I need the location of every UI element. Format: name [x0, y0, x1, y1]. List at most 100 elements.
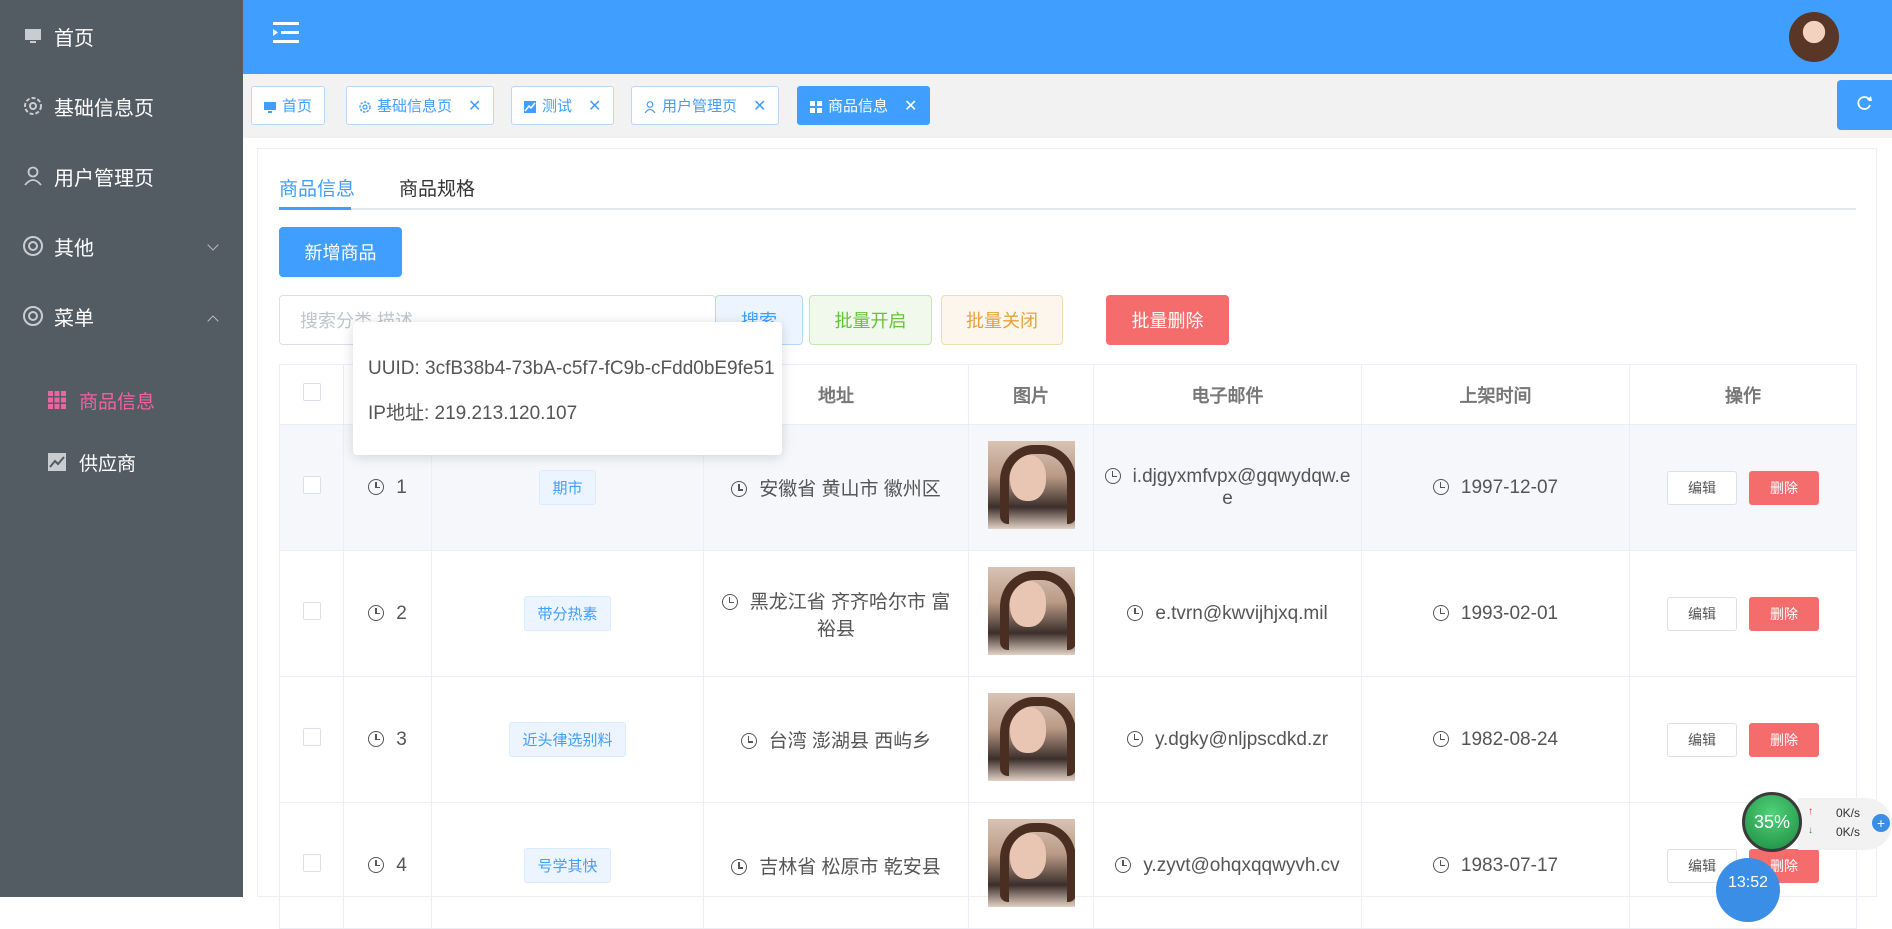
menu-toggle-icon[interactable]	[273, 22, 299, 44]
refresh-icon	[1857, 95, 1873, 116]
close-icon[interactable]: ✕	[588, 96, 601, 116]
category-tag: 带分热素	[524, 596, 611, 631]
top-bar	[243, 0, 1892, 74]
batch-open-button[interactable]: 批量开启	[809, 295, 932, 345]
tab-label: 测试	[542, 98, 573, 115]
clock-icon	[1432, 478, 1449, 495]
tab-label: 首页	[282, 98, 313, 115]
delete-button[interactable]: 删除	[1749, 470, 1819, 505]
product-image	[987, 440, 1075, 529]
tab-product-spec[interactable]: 商品规格	[399, 174, 475, 201]
clock-widget[interactable]: 13:52	[1716, 858, 1780, 922]
product-image	[987, 566, 1075, 655]
row-id: 2	[396, 602, 407, 624]
edit-button[interactable]: 编辑	[1667, 722, 1737, 757]
tab-basic-info[interactable]: 基础信息页 ✕	[346, 86, 495, 125]
tab-product-info[interactable]: 商品信息 ✕	[797, 86, 931, 125]
sidebar-item-label: 基础信息页	[54, 97, 154, 120]
row-id: 1	[396, 476, 407, 498]
user-icon	[644, 100, 656, 113]
chart-icon	[48, 453, 66, 471]
clock-icon	[1432, 604, 1449, 621]
clock-icon	[1104, 467, 1121, 484]
row-date: 1993-02-01	[1460, 602, 1559, 624]
row-checkbox[interactable]	[302, 853, 321, 872]
clock-icon	[721, 593, 738, 610]
avatar[interactable]	[1789, 12, 1839, 62]
memory-usage-ball[interactable]: 35%	[1742, 792, 1802, 852]
sidebar-subitem-supplier[interactable]: 供应商	[0, 432, 243, 492]
edit-button[interactable]: 编辑	[1667, 596, 1737, 631]
clock-icon	[368, 856, 385, 873]
upload-speed: 0K/s	[1836, 806, 1861, 820]
gear-icon	[22, 95, 44, 117]
tab-users[interactable]: 用户管理页 ✕	[631, 86, 780, 125]
download-speed: 0K/s	[1836, 825, 1861, 839]
add-product-button[interactable]: 新增商品	[279, 227, 402, 277]
table-row: 2 带分热素 黑龙江省 齐齐哈尔市 富裕县 e.tvrn@kwvijhjxq.m…	[279, 550, 1857, 677]
sidebar: 首页 基础信息页 用户管理页 其他 菜单 商品信息 供应商	[0, 0, 243, 897]
sidebar-item-label: 首页	[54, 27, 94, 50]
monitor-icon	[22, 25, 44, 47]
sidebar-item-home[interactable]: 首页	[0, 1, 243, 71]
select-all-cell	[279, 364, 344, 425]
sidebar-item-label: 用户管理页	[54, 167, 154, 190]
clock-icon	[1127, 604, 1144, 621]
header-actions: 操作	[1629, 364, 1857, 425]
upload-arrow-icon: ↑	[1808, 806, 1813, 817]
chevron-up-icon	[207, 315, 219, 327]
close-icon[interactable]: ✕	[468, 96, 481, 116]
clock-icon	[1432, 730, 1449, 747]
header-date: 上架时间	[1361, 364, 1630, 425]
edit-button[interactable]: 编辑	[1667, 470, 1737, 505]
network-speed-panel: ↑ 0K/s ↓ 0K/s +	[1798, 798, 1892, 850]
clock-icon	[368, 478, 385, 495]
tab-test[interactable]: 测试 ✕	[511, 86, 615, 125]
category-tag: 近头律选别料	[509, 722, 626, 757]
table-row: 4 号学其快 吉林省 松原市 乾安县 y.zyvt@ohqxqqwyvh.cv …	[279, 802, 1857, 929]
refresh-button[interactable]	[1837, 80, 1892, 130]
sidebar-item-users[interactable]: 用户管理页	[0, 141, 243, 211]
header-image: 图片	[968, 364, 1094, 425]
tab-home[interactable]: 首页	[251, 86, 326, 125]
delete-button[interactable]: 删除	[1749, 596, 1819, 631]
product-image	[987, 818, 1075, 907]
delete-button[interactable]: 删除	[1749, 722, 1819, 757]
grid-icon	[48, 391, 66, 409]
header-email: 电子邮件	[1093, 364, 1362, 425]
row-email: e.tvrn@kwvijhjxq.mil	[1155, 602, 1328, 624]
table-row: 3 近头律选别料 台湾 澎湖县 西屿乡 y.dgky@nljpscdkd.zr …	[279, 676, 1857, 803]
clock-icon	[731, 481, 748, 497]
sidebar-item-label: 其他	[54, 237, 94, 260]
row-address: 安徽省 黄山市 徽州区	[759, 479, 941, 500]
close-icon[interactable]: ✕	[904, 96, 917, 116]
tab-label: 商品信息	[828, 98, 889, 115]
row-date: 1997-12-07	[1460, 476, 1559, 498]
tooltip-ip: IP地址: 219.213.120.107	[368, 403, 578, 424]
sidebar-item-basic-info[interactable]: 基础信息页	[0, 71, 243, 141]
batch-close-button[interactable]: 批量关闭	[941, 295, 1063, 345]
tab-product-info-content[interactable]: 商品信息	[279, 174, 355, 201]
row-address: 黑龙江省 齐齐哈尔市 富裕县	[749, 591, 951, 640]
tab-label: 基础信息页	[377, 98, 453, 115]
select-all-checkbox[interactable]	[302, 383, 321, 401]
sidebar-item-label: 菜单	[54, 307, 94, 330]
content-tabs	[279, 160, 1856, 210]
network-monitor-widget[interactable]: ↑ 0K/s ↓ 0K/s + 35%	[1742, 792, 1892, 856]
row-checkbox[interactable]	[302, 727, 321, 746]
row-checkbox[interactable]	[302, 475, 321, 494]
close-icon[interactable]: ✕	[753, 96, 766, 116]
plus-icon[interactable]: +	[1872, 814, 1890, 832]
sidebar-item-other[interactable]: 其他	[0, 211, 243, 281]
batch-delete-button[interactable]: 批量删除	[1106, 295, 1229, 345]
row-email: i.djgyxmfvpx@gqwydqw.ee	[1132, 465, 1351, 509]
sidebar-subitem-product-info[interactable]: 商品信息	[0, 370, 243, 430]
row-date: 1983-07-17	[1460, 854, 1559, 876]
clock-icon	[368, 604, 385, 621]
row-id: 3	[396, 728, 407, 750]
sidebar-item-menu[interactable]: 菜单	[0, 281, 243, 351]
row-checkbox[interactable]	[302, 601, 321, 620]
grid-icon	[810, 100, 822, 113]
clock-icon	[368, 730, 385, 747]
row-email: y.zyvt@ohqxqqwyvh.cv	[1143, 854, 1340, 876]
